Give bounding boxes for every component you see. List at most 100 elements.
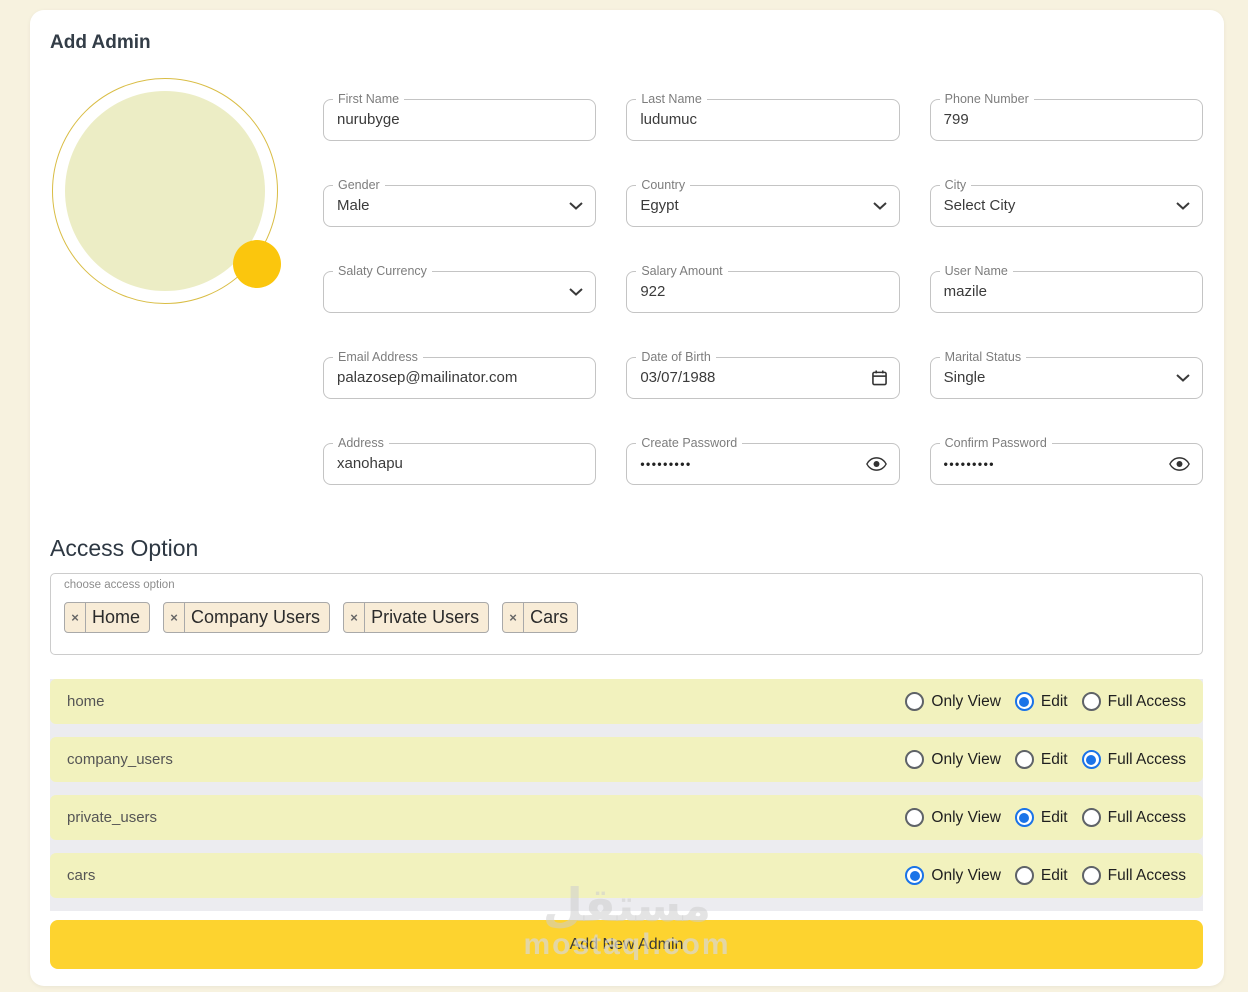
radio-edit[interactable]: Edit xyxy=(1014,750,1068,769)
tag-company-users: × Company Users xyxy=(163,602,331,633)
radio-edit[interactable]: Edit xyxy=(1014,808,1068,827)
add-new-admin-button[interactable]: Add New Admin xyxy=(50,920,1203,969)
radio-only-view[interactable]: Only View xyxy=(905,750,1001,769)
radio-icon[interactable] xyxy=(905,866,925,885)
phone-number-field[interactable]: Phone Number 799 xyxy=(929,92,1203,141)
radio-only-view[interactable]: Only View xyxy=(905,866,1001,885)
radio-label: Only View xyxy=(931,692,1001,710)
radio-icon[interactable] xyxy=(1014,866,1034,885)
radio-label: Edit xyxy=(1040,808,1068,826)
last-name-field[interactable]: Last Name ludumuc xyxy=(626,92,900,141)
radio-icon[interactable] xyxy=(1014,808,1034,827)
page-title: Add Admin xyxy=(50,32,151,53)
date-of-birth-field[interactable]: Date of Birth 03/07/1988 xyxy=(626,350,900,399)
radio-label: Full Access xyxy=(1107,866,1186,884)
remove-tag-icon[interactable]: × xyxy=(164,603,186,632)
salary-currency-select[interactable]: Salaty Currency xyxy=(323,264,597,313)
tag-cars: × Cars xyxy=(502,602,579,633)
radio-full-access[interactable]: Full Access xyxy=(1081,808,1186,827)
country-label: Country xyxy=(636,178,691,193)
radio-group-home: Only View Edit Full Access xyxy=(891,692,1186,711)
first-name-label: First Name xyxy=(333,92,405,107)
access-row-private-users: private_users Only View Edit Full Access xyxy=(50,795,1203,840)
create-password-field[interactable]: Create Password ••••••••• xyxy=(626,436,900,485)
row-name: private_users xyxy=(67,809,158,826)
country-select[interactable]: Country Egypt xyxy=(626,178,900,227)
chevron-down-icon xyxy=(1176,202,1190,210)
radio-full-access[interactable]: Full Access xyxy=(1081,750,1186,769)
row-name: home xyxy=(67,693,105,710)
tag-private-users: × Private Users xyxy=(343,602,490,633)
remove-tag-icon[interactable]: × xyxy=(65,603,86,632)
access-row-home: home Only View Edit Full Access xyxy=(50,679,1203,724)
add-admin-card: Add Admin First Name nurubyge Last Name … xyxy=(30,10,1224,986)
radio-icon[interactable] xyxy=(1014,692,1034,711)
salary-amount-label: Salary Amount xyxy=(636,264,728,279)
calendar-icon[interactable] xyxy=(871,370,887,386)
access-option-picker[interactable]: choose access option × Home × Company Us… xyxy=(50,573,1203,655)
chevron-down-icon xyxy=(872,202,887,210)
radio-label: Full Access xyxy=(1107,750,1186,768)
radio-only-view[interactable]: Only View xyxy=(905,808,1001,827)
avatar-upload[interactable] xyxy=(52,78,281,304)
confirm-password-label: Confirm Password xyxy=(939,436,1052,451)
radio-label: Edit xyxy=(1040,866,1068,884)
email-field[interactable]: Email Address palazosep@mailinator.com xyxy=(323,350,597,399)
address-field[interactable]: Address xanohapu xyxy=(323,436,597,485)
gender-select[interactable]: Gender Male xyxy=(323,178,597,227)
radio-only-view[interactable]: Only View xyxy=(905,692,1001,711)
access-option-heading: Access Option xyxy=(50,535,199,561)
radio-icon[interactable] xyxy=(905,808,925,827)
radio-label: Only View xyxy=(931,808,1001,826)
radio-icon[interactable] xyxy=(1014,750,1034,769)
eye-icon[interactable] xyxy=(865,457,887,472)
tag-home: × Home xyxy=(64,602,151,633)
phone-number-label: Phone Number xyxy=(939,92,1034,107)
access-tags: × Home × Company Users × Private Users ×… xyxy=(64,602,579,633)
city-select[interactable]: City Select City xyxy=(929,178,1203,227)
radio-full-access[interactable]: Full Access xyxy=(1081,692,1186,711)
user-name-label: User Name xyxy=(939,264,1013,279)
radio-label: Only View xyxy=(931,750,1001,768)
create-password-label: Create Password xyxy=(636,436,743,451)
radio-icon[interactable] xyxy=(905,692,925,711)
radio-icon[interactable] xyxy=(1081,866,1101,885)
salary-amount-field[interactable]: Salary Amount 922 xyxy=(626,264,900,313)
marital-status-label: Marital Status xyxy=(939,350,1027,365)
access-row-cars: cars Only View Edit Full Access xyxy=(50,853,1203,898)
marital-status-select[interactable]: Marital Status Single xyxy=(929,350,1203,399)
access-rows: home Only View Edit Full Access company_… xyxy=(50,679,1203,911)
remove-tag-icon[interactable]: × xyxy=(503,603,525,632)
row-name: cars xyxy=(67,867,96,884)
date-of-birth-label: Date of Birth xyxy=(636,350,716,365)
radio-label: Edit xyxy=(1040,692,1068,710)
radio-full-access[interactable]: Full Access xyxy=(1081,866,1186,885)
tag-label: Cars xyxy=(530,607,569,627)
radio-icon[interactable] xyxy=(1081,692,1101,711)
radio-icon[interactable] xyxy=(1081,808,1101,827)
chevron-down-icon xyxy=(569,202,584,210)
confirm-password-field[interactable]: Confirm Password ••••••••• xyxy=(929,436,1203,485)
radio-edit[interactable]: Edit xyxy=(1014,692,1068,711)
radio-label: Only View xyxy=(931,866,1001,884)
address-label: Address xyxy=(333,436,389,451)
remove-tag-icon[interactable]: × xyxy=(344,603,366,632)
first-name-field[interactable]: First Name nurubyge xyxy=(323,92,597,141)
radio-group-private-users: Only View Edit Full Access xyxy=(891,808,1186,827)
access-row-company-users: company_users Only View Edit Full Access xyxy=(50,737,1203,782)
radio-label: Full Access xyxy=(1107,808,1186,826)
radio-label: Full Access xyxy=(1107,692,1186,710)
radio-edit[interactable]: Edit xyxy=(1014,866,1068,885)
user-name-field[interactable]: User Name mazile xyxy=(929,264,1203,313)
gender-label: Gender xyxy=(333,178,385,193)
city-label: City xyxy=(939,178,972,193)
tag-label: Company Users xyxy=(191,607,321,627)
eye-icon[interactable] xyxy=(1169,457,1190,472)
salary-currency-label: Salaty Currency xyxy=(333,264,432,279)
radio-icon[interactable] xyxy=(1081,750,1101,769)
radio-icon[interactable] xyxy=(905,750,925,769)
city-value: Select City xyxy=(943,197,1016,214)
avatar-edit-badge[interactable] xyxy=(233,240,281,288)
last-name-label: Last Name xyxy=(636,92,707,107)
email-label: Email Address xyxy=(333,350,423,365)
